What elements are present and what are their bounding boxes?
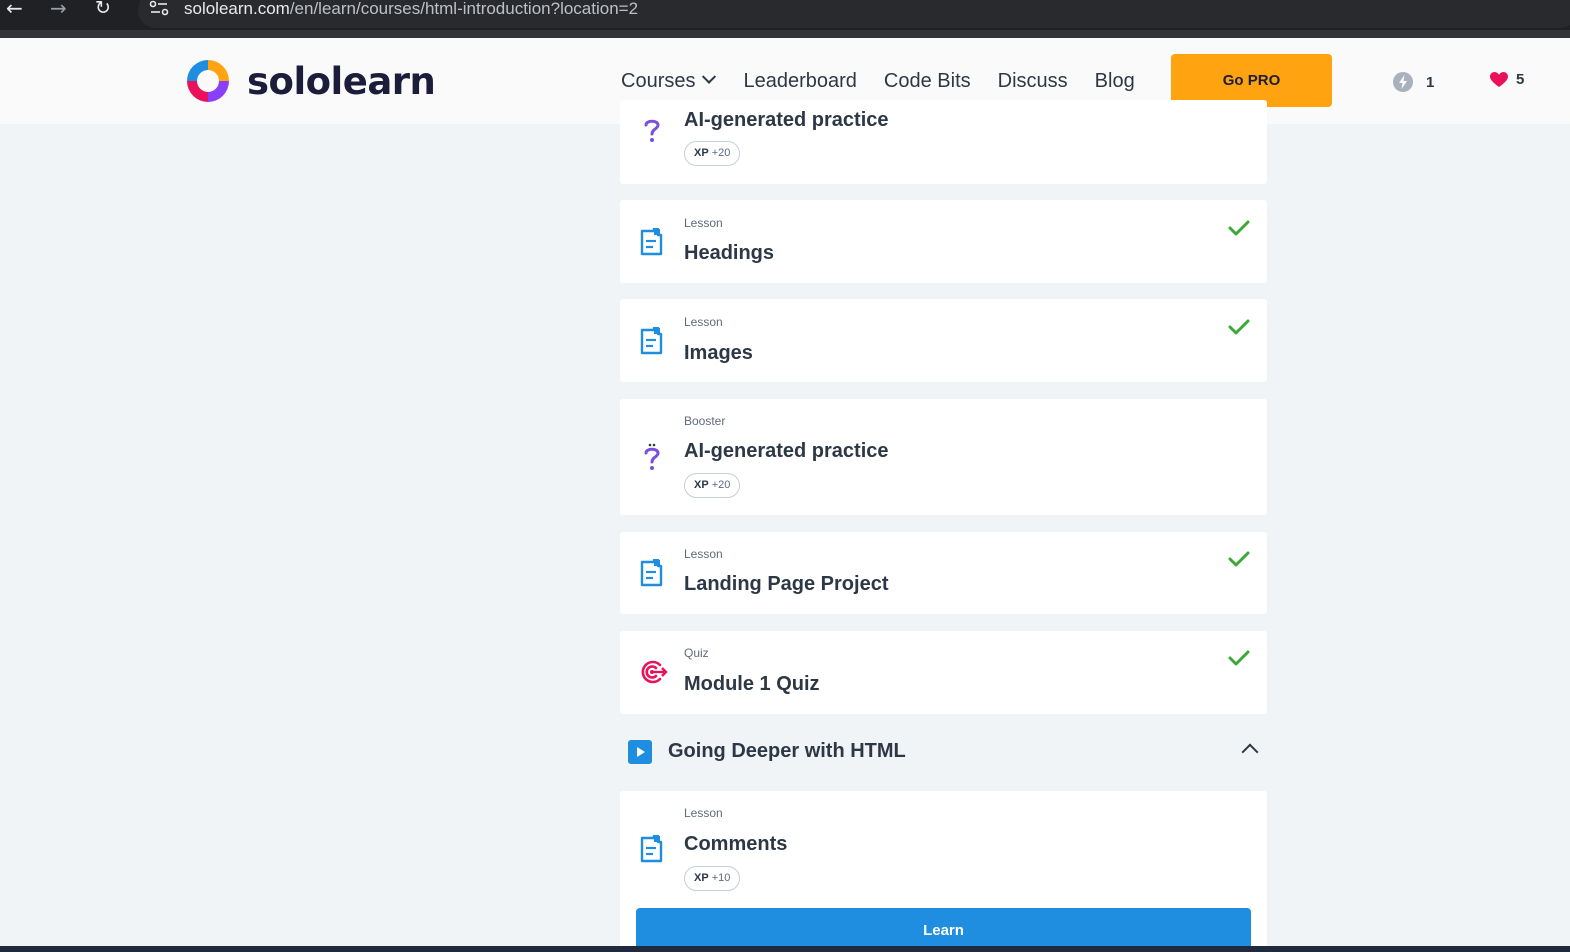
lesson-icon [640,327,663,355]
chevron-up-icon[interactable] [1241,743,1259,761]
nav-code-bits[interactable]: Code Bits [884,68,971,94]
list-item[interactable]: Lesson Headings [620,200,1267,283]
forward-button[interactable]: → [50,0,67,20]
item-type: Lesson [684,315,723,329]
streak-indicator[interactable]: 1 [1392,71,1434,93]
lesson-icon [640,835,663,863]
list-item[interactable]: Lesson Images [620,299,1267,382]
lesson-icon [640,559,663,587]
item-type: Lesson [684,547,723,561]
xp-badge: XP +20 [684,473,741,498]
url-host: sololearn.com [184,0,290,18]
url-text[interactable]: sololearn.com/en/learn/courses/html-intr… [184,0,638,18]
play-icon [628,740,652,764]
xp-badge: XP +10 [684,866,741,891]
site-info-icon[interactable] [148,0,170,18]
item-title: AI-generated practice [684,109,889,131]
item-title: Images [684,342,753,364]
xp-value: +10 [711,872,731,884]
hearts-indicator[interactable]: 5 [1490,71,1524,88]
nav-courses-label: Courses [621,70,696,92]
item-type: Quiz [684,646,709,660]
browser-toolbar: ← → ↻ sololearn.com/en/learn/courses/htm… [0,0,1570,38]
back-button[interactable]: ← [6,0,23,20]
xp-value: +20 [711,479,731,491]
sololearn-logo-icon [187,60,229,102]
taskbar-edge [0,946,1570,952]
list-item[interactable]: Lesson Landing Page Project [620,532,1267,614]
sololearn-logo[interactable]: sololearn [183,56,436,106]
module-title: Going Deeper with HTML [668,740,906,762]
item-title: Headings [684,242,775,264]
current-lesson-card[interactable]: Lesson Comments XP +10 Learn [620,791,1267,952]
chevron-down-icon [702,69,717,84]
xp-label: XP [694,479,709,491]
url-path: /en/learn/courses/html-introduction?loca… [289,0,639,18]
check-icon [1228,650,1250,666]
heart-icon [1490,71,1508,87]
target-icon [641,660,668,684]
item-title: AI-generated practice [684,440,889,462]
tab-strip-edge [0,30,1570,38]
reload-button[interactable]: ↻ [95,0,111,20]
logo-text: sololearn [247,59,436,103]
question-icon [644,119,660,142]
nav-leaderboard[interactable]: Leaderboard [743,68,856,94]
module-header[interactable]: Going Deeper with HTML [620,730,1267,776]
check-icon [1228,319,1250,335]
item-type: Booster [684,414,726,428]
lightning-icon [1393,72,1413,92]
list-item[interactable]: Quiz Module 1 Quiz [620,631,1267,714]
item-title: Landing Page Project [684,573,889,595]
check-icon [1228,220,1250,236]
list-item[interactable]: Booster AI-generated practice XP +20 [620,399,1267,515]
streak-count: 1 [1426,73,1435,91]
xp-value: +20 [711,147,731,159]
lesson-icon [640,228,663,256]
xp-label: XP [694,872,709,884]
main-nav: Courses Leaderboard Code Bits Discuss Bl… [621,68,1162,94]
item-title: Module 1 Quiz [684,673,820,695]
item-type: Lesson [684,806,723,820]
xp-badge: XP +20 [684,141,741,166]
list-item[interactable]: AI-generated practice XP +20 [620,100,1267,184]
question-icon [644,443,660,470]
xp-label: XP [694,147,709,159]
item-title: Comments [684,833,788,855]
check-icon [1228,551,1250,567]
hearts-count: 5 [1516,71,1525,88]
nav-blog[interactable]: Blog [1095,68,1135,94]
item-type: Lesson [684,216,723,230]
nav-discuss[interactable]: Discuss [998,68,1068,94]
nav-courses[interactable]: Courses [621,68,717,94]
